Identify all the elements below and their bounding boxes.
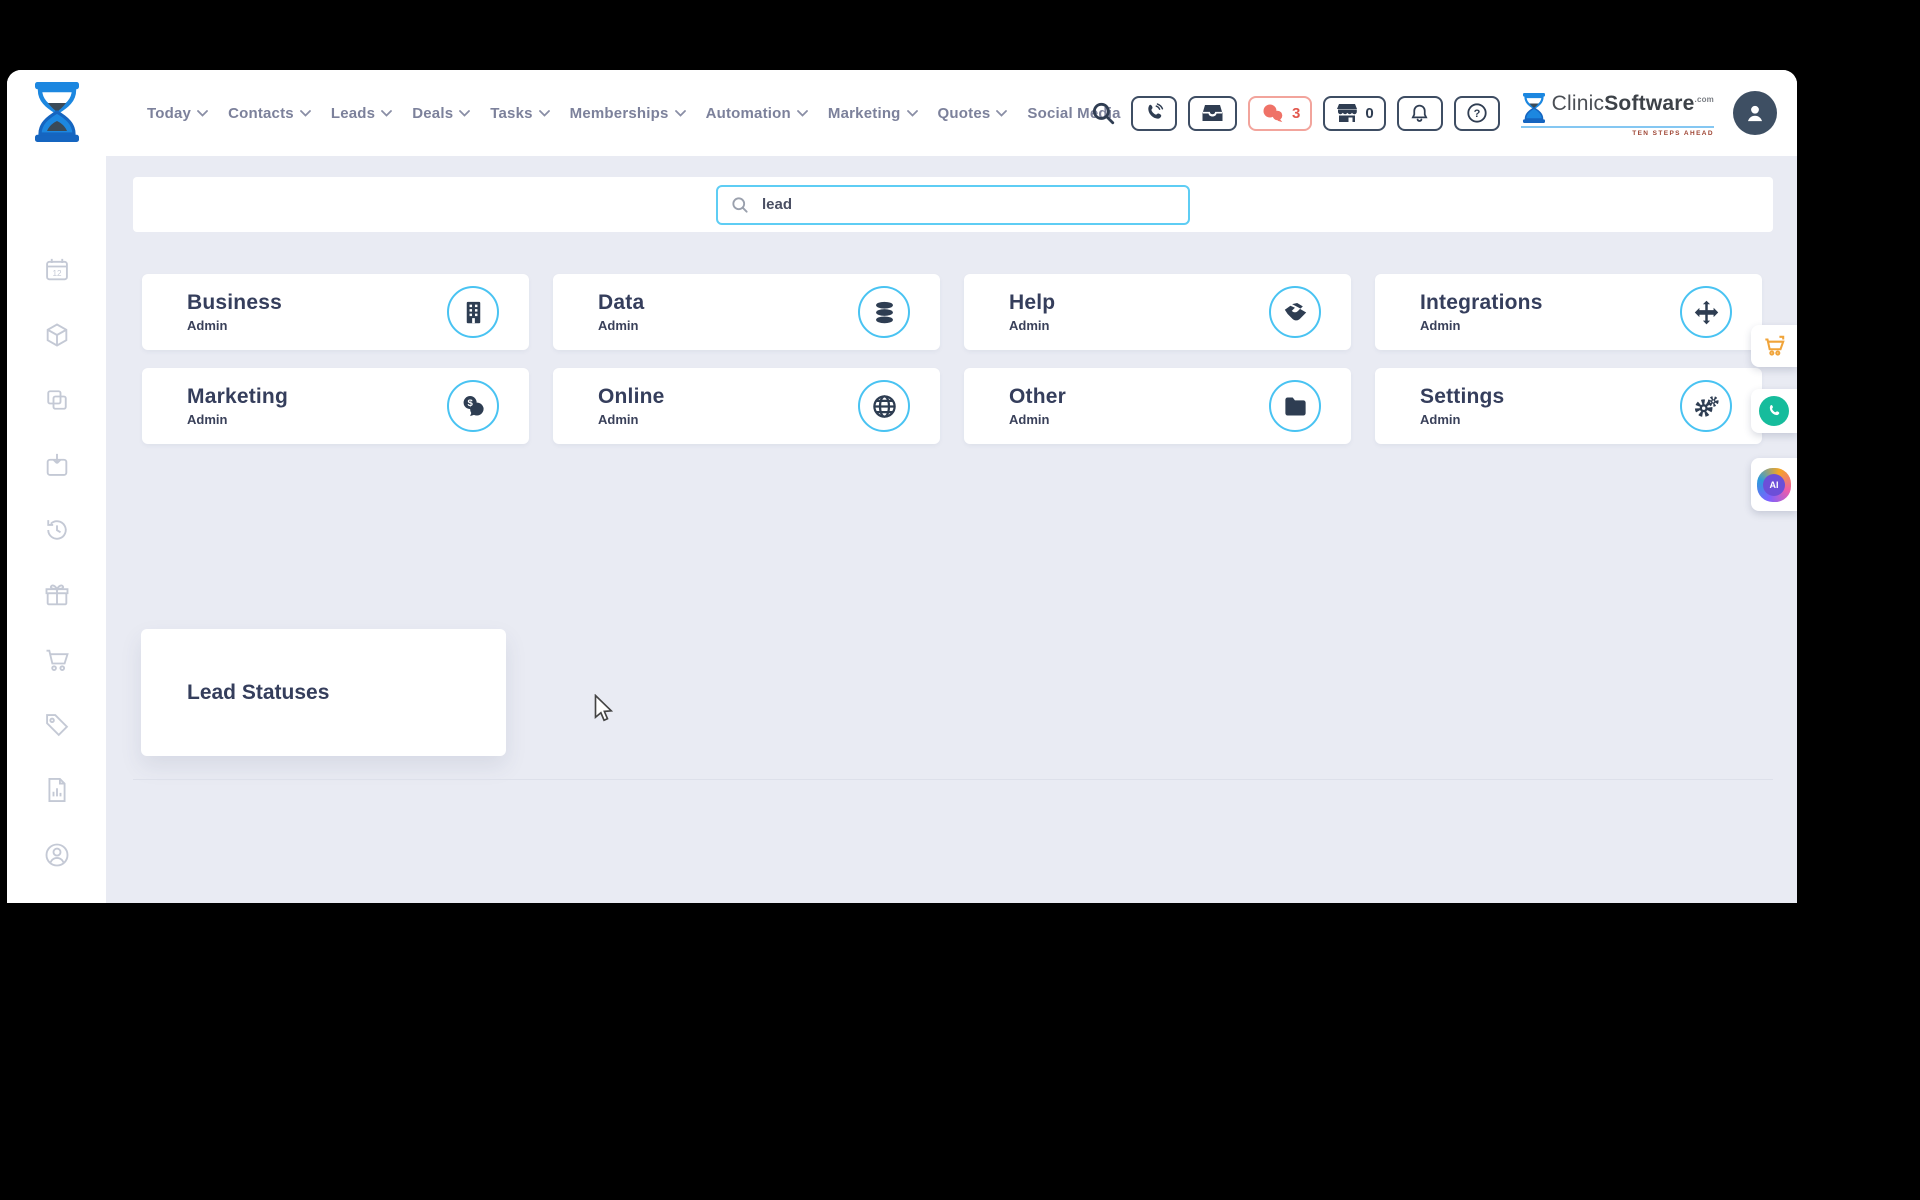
card-business[interactable]: Business Admin: [142, 274, 529, 350]
nav-item-marketing[interactable]: Marketing: [828, 105, 918, 122]
money-chat-icon: $: [447, 380, 499, 432]
nav-item-tasks[interactable]: Tasks: [490, 105, 550, 122]
card-help[interactable]: Help Admin: [964, 274, 1351, 350]
card-data[interactable]: Data Admin: [553, 274, 940, 350]
search-input-icon: [732, 196, 748, 213]
lead-statuses-label: Lead Statuses: [187, 680, 330, 704]
notifications-button[interactable]: [1396, 95, 1443, 131]
folder-icon: [1269, 380, 1321, 432]
card-online[interactable]: Online Admin: [553, 368, 940, 444]
chevron-down-icon: [381, 109, 393, 117]
header-toolbar: 3 0 ? ClinicSoftware.com TEN STEPS AHEAD: [1090, 70, 1777, 156]
building-icon: [447, 286, 499, 338]
globe-icon: [858, 380, 910, 432]
person-icon: [1747, 105, 1763, 122]
cart-icon: [1765, 335, 1785, 356]
history-icon[interactable]: [43, 516, 71, 544]
bell-icon: [1411, 104, 1428, 122]
admin-cards-grid: Business Admin Data Admin Help Admin Int…: [142, 274, 1762, 444]
chevron-down-icon: [197, 109, 208, 117]
store-button[interactable]: 0: [1323, 95, 1386, 131]
clinicsoftware-logo[interactable]: ClinicSoftware.com TEN STEPS AHEAD: [1520, 92, 1714, 137]
section-divider: [133, 779, 1773, 780]
top-header: Today Contacts Leads Deals Tasks Members…: [7, 70, 1797, 156]
price-tag-icon[interactable]: [43, 711, 71, 739]
cart-icon[interactable]: [43, 646, 71, 674]
nav-item-memberships[interactable]: Memberships: [570, 105, 686, 122]
hourglass-logo-icon[interactable]: [31, 80, 83, 149]
user-circle-icon[interactable]: [43, 841, 71, 869]
brand-tagline: TEN STEPS AHEAD: [1632, 130, 1714, 137]
nav-item-leads[interactable]: Leads: [331, 105, 393, 122]
brand-underline: [1520, 126, 1714, 128]
mouse-cursor: [594, 694, 614, 722]
chevron-down-icon: [674, 109, 686, 117]
package-icon[interactable]: [43, 321, 71, 349]
floating-ai-button[interactable]: AI: [1751, 458, 1797, 511]
store-count-badge: 0: [1365, 104, 1374, 122]
user-avatar[interactable]: [1733, 91, 1777, 135]
card-integrations[interactable]: Integrations Admin: [1375, 274, 1762, 350]
ai-icon: AI: [1757, 467, 1791, 502]
gift-icon[interactable]: [43, 581, 71, 609]
hourglass-logo-small-icon: [1522, 93, 1545, 123]
chevron-down-icon: [538, 109, 550, 117]
calendar-icon[interactable]: 12: [43, 256, 71, 284]
desktop: Today Contacts Leads Deals Tasks Members…: [0, 0, 1920, 1200]
ai-label: AI: [1763, 473, 1785, 496]
nav-item-contacts[interactable]: Contacts: [228, 105, 311, 122]
floating-cart-button[interactable]: [1751, 325, 1797, 367]
main-nav: Today Contacts Leads Deals Tasks Members…: [147, 70, 1121, 156]
inbox-button[interactable]: [1187, 95, 1237, 131]
search-row: [133, 177, 1773, 232]
lead-statuses-card[interactable]: Lead Statuses: [141, 629, 506, 756]
icon-sidebar: 12: [7, 156, 106, 903]
svg-text:12: 12: [52, 269, 62, 278]
database-icon: [858, 286, 910, 338]
chevron-down-icon: [796, 109, 808, 117]
help-button[interactable]: ?: [1453, 95, 1500, 131]
move-arrows-icon: [1680, 286, 1732, 338]
handshake-icon: [1269, 286, 1321, 338]
card-marketing[interactable]: Marketing Admin $: [142, 368, 529, 444]
card-settings[interactable]: Settings Admin: [1375, 368, 1762, 444]
whatsapp-icon: [1759, 396, 1789, 426]
nav-item-today[interactable]: Today: [147, 105, 208, 122]
brand-tld: .com: [1694, 95, 1714, 104]
main-content: Business Admin Data Admin Help Admin: [106, 156, 1797, 903]
chevron-down-icon: [299, 109, 311, 117]
app-window: Today Contacts Leads Deals Tasks Members…: [7, 70, 1797, 903]
settings-search-input[interactable]: [716, 184, 1190, 225]
search-box: [716, 184, 1190, 225]
svg-text:?: ?: [1473, 108, 1480, 120]
phone-icon: [1148, 103, 1164, 119]
chat-button[interactable]: 3: [1247, 95, 1313, 131]
gears-icon: [1680, 380, 1732, 432]
inbox-icon: [1202, 105, 1223, 121]
floating-whatsapp-button[interactable]: [1751, 389, 1797, 433]
chat-count-badge: 3: [1291, 104, 1301, 122]
calendar-import-icon[interactable]: [43, 451, 71, 479]
chat-bubbles-icon: [1263, 104, 1283, 123]
chevron-down-icon: [459, 109, 471, 117]
nav-item-quotes[interactable]: Quotes: [938, 105, 1008, 122]
chevron-down-icon: [996, 109, 1008, 117]
chevron-down-icon: [906, 109, 918, 117]
brand-name: ClinicSoftware.com: [1551, 92, 1714, 115]
copy-icon[interactable]: [43, 386, 71, 414]
store-icon: [1337, 104, 1358, 122]
nav-item-automation[interactable]: Automation: [706, 105, 808, 122]
nav-item-deals[interactable]: Deals: [412, 105, 471, 122]
question-icon: ?: [1467, 103, 1487, 123]
phone-button[interactable]: [1130, 95, 1177, 131]
svg-text:$: $: [467, 397, 473, 408]
card-other[interactable]: Other Admin: [964, 368, 1351, 444]
search-icon[interactable]: [1090, 100, 1116, 126]
report-icon[interactable]: [43, 776, 71, 804]
